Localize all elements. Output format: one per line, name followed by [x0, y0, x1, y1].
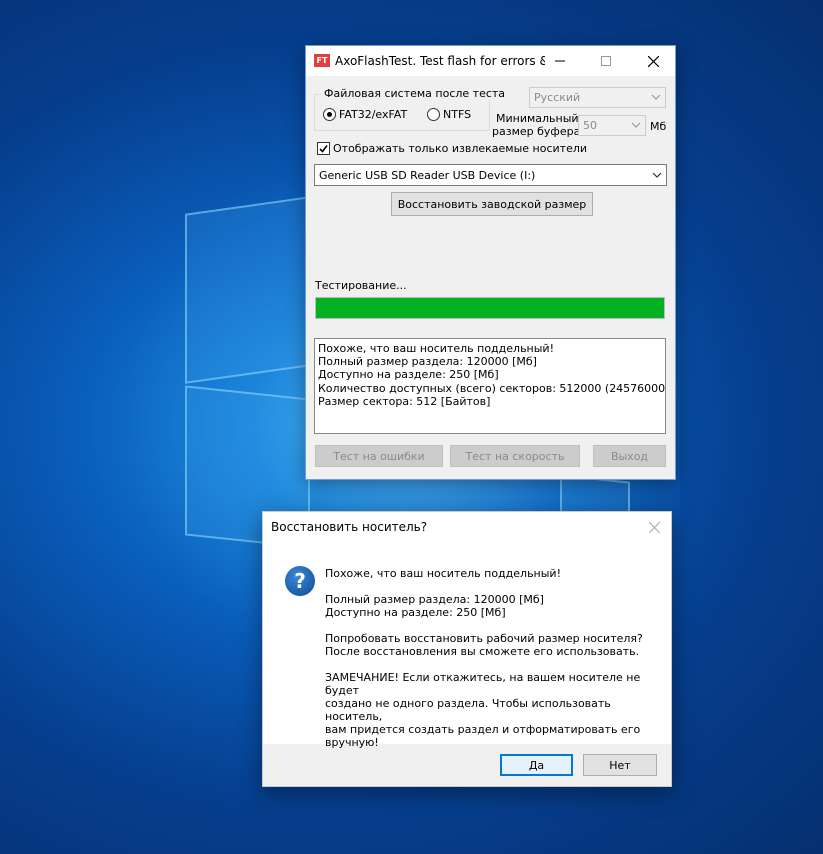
dialog-line: вам придется создать раздел и отформатир…: [325, 723, 641, 736]
ntfs-radio-label[interactable]: NTFS: [443, 108, 471, 121]
chevron-down-icon: [652, 172, 662, 178]
close-icon: [648, 521, 660, 533]
log-line: Количество доступных (всего) секторов: 5…: [318, 381, 666, 395]
dialog-line: Доступно на разделе: 250 [Мб]: [325, 606, 506, 619]
maximize-button[interactable]: [583, 46, 629, 76]
yes-button-label: Да: [528, 758, 545, 772]
yes-button[interactable]: Да: [500, 754, 573, 776]
removable-only-label[interactable]: Отображать только извлекаемые носители: [333, 142, 587, 155]
restore-dialog: Восстановить носитель? ? Похоже, что ваш…: [262, 511, 672, 787]
status-text: Тестирование...: [315, 279, 407, 292]
dialog-line: Похоже, что ваш носитель поддельный!: [325, 567, 561, 580]
log-line: Похоже, что ваш носитель поддельный!: [318, 342, 554, 355]
buffer-size-value: 50: [583, 119, 597, 132]
dialog-line: Полный размер раздела: 120000 [Мб]: [325, 593, 544, 606]
dialog-line: Попробовать восстановить рабочий размер …: [325, 632, 643, 645]
progress-fill: [316, 298, 664, 318]
dialog-line: создано не одного раздела. Чтобы использ…: [325, 697, 611, 723]
chevron-down-icon: [631, 122, 641, 128]
dialog-line: вручную!: [325, 736, 379, 749]
language-select-value: Русский: [534, 91, 581, 104]
language-select[interactable]: Русский: [529, 87, 666, 108]
dialog-message: Похоже, что ваш носитель поддельный! Пол…: [325, 567, 665, 762]
restore-factory-size-button[interactable]: Восстановить заводской размер: [391, 192, 593, 216]
device-select[interactable]: Generic USB SD Reader USB Device (I:): [314, 164, 667, 186]
minimize-icon: [555, 60, 565, 62]
close-button[interactable]: [630, 46, 676, 76]
device-select-value: Generic USB SD Reader USB Device (I:): [319, 168, 536, 182]
app-icon: FT: [314, 54, 330, 67]
test-speed-button[interactable]: Тест на скорость: [450, 445, 580, 467]
question-icon: ?: [285, 566, 315, 596]
chevron-down-icon: [651, 94, 661, 100]
radio-selected-dot: [327, 112, 332, 117]
ntfs-radio[interactable]: [427, 108, 440, 121]
no-button-label: Нет: [609, 758, 631, 772]
buffer-label-line1: Минимальный: [496, 112, 579, 125]
log-line: Размер сектора: 512 [Байтов]: [318, 394, 491, 408]
test-errors-button[interactable]: Тест на ошибки: [315, 445, 443, 467]
exit-button[interactable]: Выход: [593, 445, 666, 467]
restore-factory-size-label: Восстановить заводской размер: [397, 197, 587, 211]
dialog-line: ЗАМЕЧАНИЕ! Если откажитесь, на вашем нос…: [325, 671, 641, 697]
dialog-close-button[interactable]: [635, 512, 673, 542]
no-button[interactable]: Нет: [583, 754, 657, 776]
dialog-line: После восстановления вы сможете его испо…: [325, 645, 640, 658]
dialog-titlebar[interactable]: Восстановить носитель?: [263, 512, 671, 542]
log-line: Доступно на разделе: 250 [Мб]: [318, 368, 499, 382]
minimize-button[interactable]: [537, 46, 583, 76]
fat32-radio[interactable]: [323, 108, 336, 121]
test-speed-label: Тест на скорость: [465, 449, 565, 463]
buffer-size-select[interactable]: 50: [578, 115, 646, 136]
fat32-radio-label[interactable]: FAT32/exFAT: [339, 108, 407, 121]
buffer-label-line2: размер буфера: [492, 125, 581, 138]
close-icon: [647, 55, 659, 67]
exit-label: Выход: [610, 449, 649, 463]
checkmark-icon: [319, 145, 328, 153]
removable-only-checkbox[interactable]: [317, 142, 330, 155]
dialog-body: ? Похоже, что ваш носитель поддельный! П…: [263, 542, 671, 749]
dialog-title: Восстановить носитель?: [271, 520, 428, 534]
main-window-title: AxoFlashTest. Test flash for errors & s.…: [335, 54, 545, 68]
windows-logo-pane-top: [185, 196, 310, 384]
log-line: Полный размер раздела: 120000 [Мб]: [318, 355, 537, 369]
buffer-unit-label: Мб: [650, 120, 667, 133]
test-progress-bar: [315, 297, 665, 319]
maximize-icon: [601, 56, 611, 66]
test-errors-label: Тест на ошибки: [333, 449, 425, 463]
log-output[interactable]: Похоже, что ваш носитель поддельный! Пол…: [314, 338, 666, 434]
axoflashtest-window: FT AxoFlashTest. Test flash for errors &…: [305, 45, 676, 480]
filesystem-group-label: Файловая система после теста: [321, 87, 509, 100]
main-titlebar[interactable]: FT AxoFlashTest. Test flash for errors &…: [306, 46, 675, 76]
